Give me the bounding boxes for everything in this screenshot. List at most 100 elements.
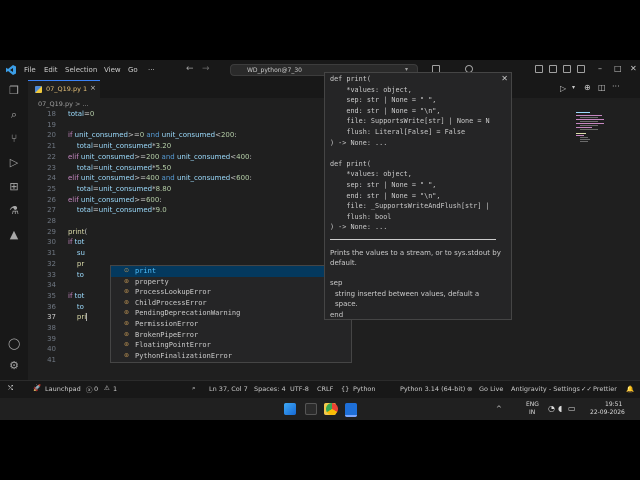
rocket-icon: 🚀 [33,384,42,392]
line-ending[interactable]: CRLF [317,385,333,393]
antigravity-icon[interactable]: ▲ [8,229,20,241]
run-dropdown-icon[interactable]: ▾ [572,84,575,91]
class-icon: ⊛ [124,309,130,317]
zoom-icon[interactable]: ⌕ [192,384,196,393]
close-window-icon[interactable]: ✕ [630,64,637,73]
prettier-button[interactable]: Prettier [593,385,617,393]
minimap-line [576,123,604,124]
minimap-line [576,135,584,136]
close-hover-icon[interactable]: ✕ [501,74,508,83]
tab-07-q19[interactable]: 07_Q19.py 1 × [28,80,100,98]
file-explorer-gray-icon[interactable] [305,403,317,415]
battery-icon[interactable]: ▭ [568,404,576,413]
input-language[interactable]: ENG [526,401,539,408]
menu-go[interactable]: Go [128,66,138,74]
line-number: 38 [47,324,56,332]
run-debug-icon[interactable]: ▷ [8,157,20,169]
line-number: 18 [47,110,56,118]
chrome-icon[interactable] [326,403,338,415]
source-control-icon[interactable]: ⑂ [8,133,20,145]
code-line: total=unit_consumed*9.0 [76,206,167,215]
wifi-icon[interactable]: ◔ [548,404,555,413]
suggestion-item[interactable]: ⊛ PendingDeprecationWarning [111,308,351,319]
tab-close-icon[interactable]: × [90,84,96,92]
line-number-current: 37 [47,313,56,322]
more-actions-icon[interactable]: ··· [612,82,620,91]
class-icon: ⊛ [124,320,130,327]
minimap-line [580,141,588,142]
explorer-icon[interactable]: ❐ [8,85,20,97]
check-icon: ✓✓ [581,385,592,393]
vscode-logo-icon [6,65,16,75]
go-live-button[interactable]: Go Live [479,385,503,393]
minimap-line [580,139,590,140]
maximize-icon[interactable]: □ [614,64,622,73]
launchpad-button[interactable]: Launchpad [45,385,81,393]
code-line: elif unit_consumed>=600: [68,195,162,204]
suggestion-item[interactable]: ⊛ property [111,277,351,288]
signature-line: file: _SupportsWriteAndFlush[str] | [330,202,490,211]
autocomplete-suggestions[interactable]: ⊙ print ⊛ property ⊛ ProcessLookupError … [110,265,352,363]
testing-icon[interactable]: ⚗ [8,205,20,217]
clock-time[interactable]: 19:51 [605,401,622,408]
toggle-panel-icon[interactable] [549,65,557,73]
minimap[interactable] [572,110,632,170]
braces-icon: {} [341,385,350,393]
search-icon[interactable]: ⌕ [8,109,20,121]
error-count[interactable]: 0 [94,385,98,393]
cursor-position[interactable]: Ln 37, Col 7 [209,385,248,393]
menu-view[interactable]: View [104,66,121,74]
encoding[interactable]: UTF-8 [290,385,309,393]
line-number: 31 [47,249,56,258]
language-mode[interactable]: Python [353,385,376,393]
notifications-icon[interactable]: 🔔 [626,385,634,393]
minimap-line [580,129,598,130]
manage-gear-icon[interactable]: ⚙ [8,360,20,372]
signature-line: file: SupportsWrite[str] | None = N [330,117,490,126]
warning-count[interactable]: 1 [113,385,117,393]
menu-more[interactable]: ··· [148,66,155,74]
code-line: total=unit_consumed*8.80 [76,184,172,193]
toggle-secondary-sidebar-icon[interactable] [563,65,571,73]
suggestion-item[interactable]: ⊛ FloatingPointError [111,340,351,351]
menu-selection[interactable]: Selection [65,66,97,74]
go-live-icon: ⊚ [467,385,473,393]
line-number: 20 [47,131,56,140]
vscode-taskbar-icon[interactable] [345,403,357,417]
tray-chevron-icon[interactable]: ^ [496,405,502,413]
indentation[interactable]: Spaces: 4 [254,385,286,393]
split-editor-icon[interactable]: ◫ [598,83,606,92]
diff-icon[interactable]: ⊕ [584,83,591,92]
suggestion-item[interactable]: ⊛ ChildProcessError [111,298,351,309]
line-number: 35 [47,291,56,300]
back-arrow-icon[interactable]: ← [186,64,194,74]
suggestion-item[interactable]: ⊛ BrokenPipeError [111,330,351,341]
code-line: total=0 [68,110,95,118]
python-interpreter[interactable]: Python 3.14 (64-bit) [400,385,465,393]
signature-line: def print( [330,75,371,83]
minimize-icon[interactable]: – [598,64,602,73]
menu-file[interactable]: File [24,66,36,74]
forward-arrow-icon[interactable]: → [202,64,210,74]
menu-edit[interactable]: Edit [44,66,58,74]
code-line-current: pri [76,313,88,322]
suggestion-item[interactable]: ⊛ PythonFinalizationError [111,351,351,362]
suggestion-item[interactable]: ⊛ PermissionError [111,319,351,330]
account-icon[interactable]: ◯ [8,338,20,350]
line-number: 24 [47,174,56,183]
toggle-sidebar-icon[interactable] [535,65,543,73]
extensions-icon[interactable]: ⊞ [8,181,20,193]
tab-label: 07_Q19.py 1 [46,85,88,93]
customize-layout-icon[interactable] [577,65,585,73]
breadcrumb[interactable]: 07_Q19.py > ... [38,100,89,108]
suggestion-item[interactable]: ⊛ ProcessLookupError [111,287,351,298]
function-icon: ⊙ [124,267,130,274]
code-line: print( [68,227,88,236]
volume-icon[interactable]: ◖ [558,404,562,413]
suggestion-print[interactable]: ⊙ print [111,266,351,277]
windows-start-icon[interactable] [284,403,296,415]
run-python-icon[interactable]: ▷ [560,84,566,93]
antigravity-settings[interactable]: Antigravity - Settings [511,385,580,393]
remote-icon[interactable]: ⤭ [8,384,13,393]
line-number: 26 [47,195,56,204]
